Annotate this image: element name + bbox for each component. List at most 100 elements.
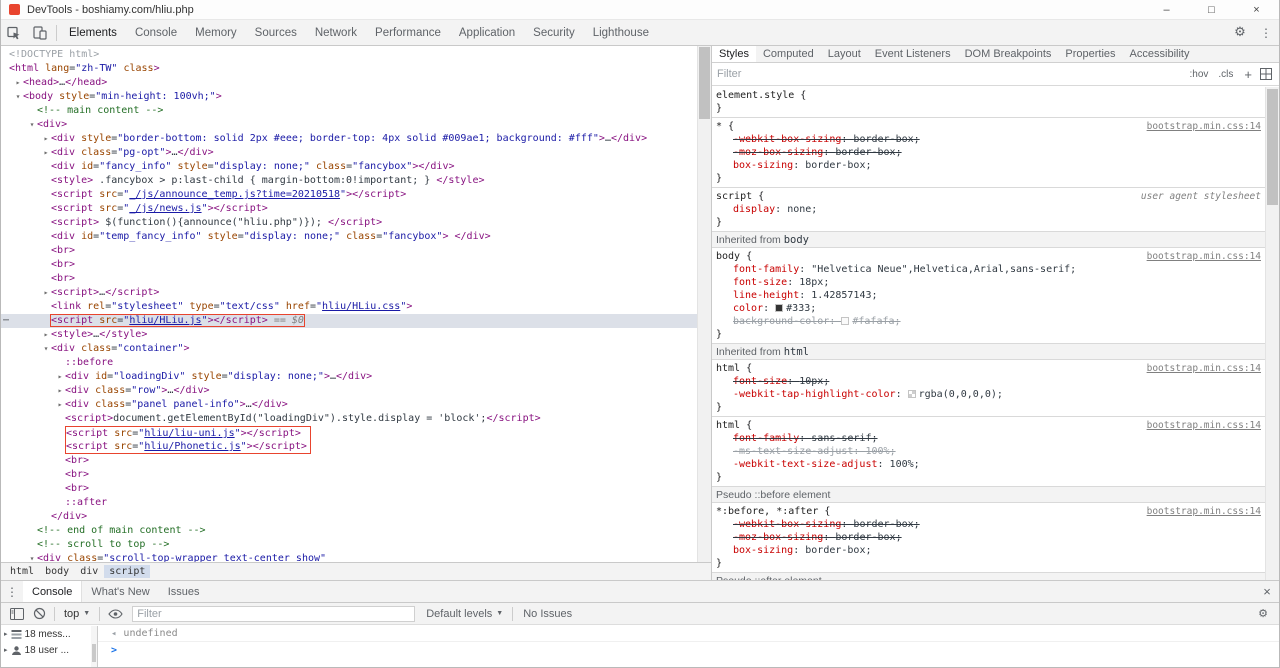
rule-selector[interactable]: html [716, 420, 740, 431]
stylesheet-source-link[interactable]: bootstrap.min.css:14 [1147, 505, 1261, 518]
log-levels-dropdown[interactable]: Default levels ▼ [426, 608, 503, 620]
css-property[interactable]: box-sizing: border-box; [716, 159, 1261, 172]
tree-node[interactable]: ▸<div class="panel panel-info">…</div> [1, 398, 697, 412]
tab-styles[interactable]: Styles [712, 46, 756, 62]
breadcrumb-item-div[interactable]: div [75, 565, 103, 578]
css-property[interactable]: -ms-text-size-adjust: 100%; [716, 445, 1261, 458]
rule-selector[interactable]: html [716, 363, 740, 374]
tree-node[interactable]: ::after [1, 496, 697, 510]
css-property[interactable]: font-family: sans-serif; [716, 432, 1261, 445]
minimize-button[interactable]: – [1144, 0, 1189, 19]
css-property[interactable]: color: #333; [716, 302, 1261, 315]
tree-node[interactable]: <script src="_/js/announce_temp.js?time=… [1, 188, 697, 202]
css-property[interactable]: display: none; [716, 203, 1261, 216]
tab-event-listeners[interactable]: Event Listeners [868, 46, 958, 62]
inherited-node-link[interactable]: html [784, 346, 809, 358]
expanded-arrow-icon[interactable]: ▾ [13, 90, 23, 104]
console-filter-input[interactable] [132, 606, 415, 622]
css-property[interactable]: background-color: #fafafa; [716, 315, 1261, 328]
tree-node[interactable]: <script> $(function(){announce("hliu.php… [1, 216, 697, 230]
collapsed-arrow-icon[interactable]: ▸ [4, 646, 8, 654]
live-expression-eye-icon[interactable] [104, 604, 126, 624]
console-sidebar-item[interactable]: ▸18 mess... [1, 626, 97, 642]
tab-lighthouse[interactable]: Lighthouse [584, 20, 658, 45]
rule-selector[interactable]: body [716, 251, 740, 262]
breadcrumb-item-script[interactable]: script [104, 565, 150, 578]
console-prompt[interactable]: > [98, 642, 1279, 658]
css-property[interactable]: font-family: "Helvetica Neue",Helvetica,… [716, 263, 1261, 276]
inherited-node-link[interactable]: body [784, 234, 809, 246]
tab-properties[interactable]: Properties [1058, 46, 1122, 62]
stylesheet-source-link[interactable]: bootstrap.min.css:14 [1147, 419, 1261, 432]
rule-selector[interactable]: * [716, 121, 722, 132]
tab-performance[interactable]: Performance [366, 20, 450, 45]
collapsed-arrow-icon[interactable]: ▸ [41, 132, 51, 146]
tree-node[interactable]: ▸<head>…</head> [1, 76, 697, 90]
tree-node[interactable]: <style> .fancybox > p:last-child { margi… [1, 174, 697, 188]
more-options-icon[interactable]: ⋮ [1253, 20, 1279, 45]
hov-toggle[interactable]: :hov [1190, 69, 1209, 80]
console-sidebar-toggle-icon[interactable] [6, 604, 28, 624]
device-toolbar-icon[interactable] [27, 20, 53, 45]
css-property[interactable]: box-sizing: border-box; [716, 544, 1261, 557]
tab-computed[interactable]: Computed [756, 46, 821, 62]
console-settings-gear-icon[interactable]: ⚙ [1252, 604, 1274, 624]
tree-node[interactable]: ▾<body style="min-height: 100vh;"> [1, 90, 697, 104]
tab-elements[interactable]: Elements [60, 20, 126, 45]
console-sidebar-scrollbar[interactable] [91, 626, 97, 667]
rule-selector[interactable]: element.style [716, 90, 794, 101]
console-menu-icon[interactable]: ⋮ [1, 585, 23, 599]
rule-selector[interactable]: script [716, 191, 752, 202]
tab-what-s-new[interactable]: What's New [82, 581, 158, 602]
collapsed-arrow-icon[interactable]: ▸ [55, 398, 65, 412]
tab-console[interactable]: Console [23, 581, 82, 602]
tree-node[interactable]: ▸<script>…</script> [1, 286, 697, 300]
tree-node[interactable]: <br> [1, 272, 697, 286]
tree-node[interactable]: <br> [1, 244, 697, 258]
console-sidebar-item[interactable]: ▸18 user ... [1, 642, 97, 658]
scrollbar-thumb[interactable] [1267, 89, 1278, 205]
scrollbar-thumb[interactable] [699, 47, 710, 119]
color-swatch[interactable] [841, 317, 849, 325]
tree-node[interactable]: <div id="temp_fancy_info" style="display… [1, 230, 697, 244]
breadcrumb-item-body[interactable]: body [40, 565, 74, 578]
expanded-arrow-icon[interactable]: ▾ [27, 552, 37, 562]
tree-node[interactable]: ▸<div style="border-bottom: solid 2px #e… [1, 132, 697, 146]
tree-node[interactable]: <div id="fancy_info" style="display: non… [1, 160, 697, 174]
tree-node[interactable]: <script src="hliu/Phonetic.js"></script> [1, 440, 697, 454]
css-property[interactable]: font-size: 18px; [716, 276, 1261, 289]
css-property[interactable]: -webkit-box-sizing: border-box; [716, 133, 1261, 146]
settings-gear-icon[interactable]: ⚙ [1227, 20, 1253, 45]
tab-memory[interactable]: Memory [186, 20, 246, 45]
css-property[interactable]: font-size: 10px; [716, 375, 1261, 388]
tree-node[interactable]: ▸<div class="row">…</div> [1, 384, 697, 398]
tree-node[interactable]: ▾<div> [1, 118, 697, 132]
tree-node[interactable]: <br> [1, 482, 697, 496]
inspect-element-icon[interactable] [1, 20, 27, 45]
tree-node[interactable]: <script src="_/js/news.js"></script> [1, 202, 697, 216]
css-property[interactable]: -moz-box-sizing: border-box; [716, 531, 1261, 544]
styles-filter-input[interactable] [717, 68, 1185, 80]
tab-sources[interactable]: Sources [246, 20, 306, 45]
tree-node[interactable]: <script src="hliu/liu-uni.js"></script> [1, 426, 697, 440]
tree-node[interactable]: </div> [1, 510, 697, 524]
rule-selector[interactable]: *:before, *:after [716, 506, 818, 517]
new-style-rule-button[interactable]: + [1244, 67, 1252, 82]
tab-layout[interactable]: Layout [821, 46, 868, 62]
collapsed-arrow-icon[interactable]: ▸ [41, 286, 51, 300]
collapsed-arrow-icon[interactable]: ▸ [55, 370, 65, 384]
tree-node[interactable]: ▾<div class="scroll-top-wrapper text-cen… [1, 552, 697, 562]
tree-node[interactable]: ▾<div class="container"> [1, 342, 697, 356]
computed-styles-sidebar-grid-icon[interactable] [1258, 66, 1274, 82]
tab-security[interactable]: Security [524, 20, 584, 45]
maximize-button[interactable]: □ [1189, 0, 1234, 19]
tab-issues[interactable]: Issues [159, 581, 209, 602]
javascript-context-selector[interactable]: top ▼ [64, 608, 90, 620]
css-property[interactable]: line-height: 1.42857143; [716, 289, 1261, 302]
tab-accessibility[interactable]: Accessibility [1123, 46, 1197, 62]
breadcrumb-item-html[interactable]: html [5, 565, 39, 578]
tree-node[interactable]: ▸<div id="loadingDiv" style="display: no… [1, 370, 697, 384]
styles-scrollbar[interactable] [1265, 87, 1279, 580]
stylesheet-source-link[interactable]: bootstrap.min.css:14 [1147, 120, 1261, 133]
expanded-arrow-icon[interactable]: ▾ [27, 118, 37, 132]
